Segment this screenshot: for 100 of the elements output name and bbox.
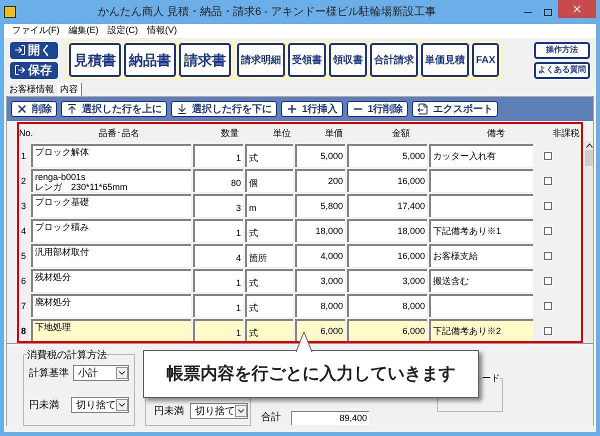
action-button[interactable]: エクスポート <box>412 101 498 117</box>
name-field[interactable]: renga-b001s レンガ 230*11*65mm <box>31 169 191 192</box>
document-button[interactable]: 受領書 <box>288 43 326 77</box>
note-field[interactable]: 下記備考あり※2 <box>429 319 533 341</box>
checkbox[interactable] <box>544 176 552 184</box>
checkbox[interactable] <box>544 226 552 234</box>
checkbox[interactable] <box>544 202 552 210</box>
note-field[interactable]: お客様支給 <box>429 244 533 267</box>
name-field[interactable]: 廃材処分 <box>31 294 191 317</box>
dropdown[interactable]: 小計 <box>73 365 129 381</box>
table-row[interactable]: 7 廃材処分 1 式 8,000 8,000 <box>19 294 581 317</box>
open-button[interactable]: 開く <box>10 42 58 58</box>
note-field[interactable]: 搬送含む <box>429 269 533 292</box>
amount-field[interactable]: 3,000 <box>347 269 427 292</box>
table-row[interactable]: 1 ブロック解体 1 式 5,000 5,000 カッター入れ有 <box>19 144 581 167</box>
price-field[interactable]: 8,000 <box>295 294 345 317</box>
menu-item[interactable]: ファイル(F) <box>12 24 60 38</box>
document-button[interactable]: FAX <box>472 43 500 77</box>
action-button[interactable]: 削除 <box>11 101 57 117</box>
price-field[interactable]: 6,000 <box>295 319 345 341</box>
name-field[interactable]: 下地処理 <box>31 319 191 341</box>
document-button[interactable]: 納品書 <box>124 43 176 77</box>
price-field[interactable]: 4,000 <box>295 244 345 267</box>
quantity-field[interactable]: 1 <box>193 219 243 242</box>
amount-field[interactable]: 16,000 <box>347 169 427 192</box>
action-button[interactable]: 選択した行を下に <box>171 101 277 117</box>
help-button[interactable]: 操作方法 <box>534 42 590 58</box>
note-field[interactable] <box>429 194 533 217</box>
quantity-field[interactable]: 1 <box>193 144 243 167</box>
table-row[interactable]: 4 ブロック積み 1 式 18,000 18,000 下記備考あり※1 <box>19 219 581 242</box>
amount-field[interactable]: 5,000 <box>347 144 427 167</box>
price-field[interactable]: 200 <box>295 169 345 192</box>
unit-field[interactable]: 個 <box>245 169 293 192</box>
name-field[interactable]: 残材処分 <box>31 269 191 292</box>
name-field[interactable]: ブロック積み <box>31 219 191 242</box>
tab[interactable]: 内容 <box>57 83 82 96</box>
document-button[interactable]: 領収書 <box>329 43 367 77</box>
save-button[interactable]: 保存 <box>10 62 58 78</box>
name-field[interactable]: ブロック基礎 <box>31 194 191 217</box>
document-button[interactable]: 合計請求 <box>370 43 418 77</box>
quantity-field[interactable]: 4 <box>193 244 243 267</box>
close-button[interactable] <box>558 0 596 18</box>
table-row[interactable]: 5 汎用部材取付 4 箇所 4,000 16,000 お客様支給 <box>19 244 581 267</box>
quantity-field[interactable]: 80 <box>193 169 243 192</box>
menu-item[interactable]: 編集(E) <box>68 24 98 38</box>
amount-field[interactable]: 17,400 <box>347 194 427 217</box>
amount-field[interactable]: 18,000 <box>347 219 427 242</box>
scroll-up-icon <box>586 143 592 148</box>
note-field[interactable] <box>429 169 533 192</box>
price-field[interactable]: 18,000 <box>295 219 345 242</box>
name-field[interactable]: 汎用部材取付 <box>31 244 191 267</box>
amount-field[interactable]: 8,000 <box>347 294 427 317</box>
document-button[interactable]: 請求明細 <box>237 43 285 77</box>
action-button[interactable]: 選択した行を上に <box>61 101 167 117</box>
unit-field[interactable]: 式 <box>245 319 293 341</box>
price-field[interactable]: 5,800 <box>295 194 345 217</box>
quantity-field[interactable]: 1 <box>193 294 243 317</box>
column-header: 非課税 <box>552 127 580 140</box>
unit-field[interactable]: 式 <box>245 269 293 292</box>
row-number: 2 <box>21 175 28 188</box>
menu-item[interactable]: 設定(C) <box>108 24 138 38</box>
checkbox[interactable] <box>544 326 552 334</box>
dropdown[interactable]: 切り捨て <box>190 403 248 419</box>
checkbox[interactable] <box>544 276 552 284</box>
callout-text: 帳票内容を行ごとに入力していきます <box>166 363 456 386</box>
price-field[interactable]: 3,000 <box>295 269 345 292</box>
table-row[interactable]: 3 ブロック基礎 3 m 5,800 17,400 <box>19 194 581 217</box>
table-row[interactable]: 8 下地処理 1 式 6,000 6,000 下記備考あり※2 <box>19 319 581 341</box>
checkbox[interactable] <box>544 152 552 160</box>
total-field[interactable]: 89,400 <box>291 410 369 424</box>
help-button[interactable]: よくある質問 <box>534 62 590 78</box>
unit-field[interactable]: m <box>245 194 293 217</box>
unit-field[interactable]: 式 <box>245 144 293 167</box>
price-field[interactable]: 5,000 <box>295 144 345 167</box>
note-field[interactable] <box>429 294 533 317</box>
menu-item[interactable]: 情報(V) <box>147 24 177 38</box>
quantity-field[interactable]: 3 <box>193 194 243 217</box>
name-field[interactable]: ブロック解体 <box>31 144 191 167</box>
amount-field[interactable]: 16,000 <box>347 244 427 267</box>
note-field[interactable]: 下記備考あり※1 <box>429 219 533 242</box>
document-button[interactable]: 請求書 <box>179 43 231 77</box>
checkbox[interactable] <box>544 252 552 260</box>
unit-field[interactable]: 式 <box>245 219 293 242</box>
unit-field[interactable]: 式 <box>245 294 293 317</box>
amount-field[interactable]: 6,000 <box>347 319 427 341</box>
scrollbar-thumb[interactable] <box>585 150 593 166</box>
document-button[interactable]: 見積書 <box>69 43 121 77</box>
checkbox[interactable] <box>544 302 552 310</box>
unit-field[interactable]: 箇所 <box>245 244 293 267</box>
arrow-down-icon <box>176 103 188 115</box>
quantity-field[interactable]: 1 <box>193 269 243 292</box>
dropdown[interactable]: 切り捨て <box>71 397 129 413</box>
row-number: 1 <box>21 150 28 163</box>
table-row[interactable]: 6 残材処分 1 式 3,000 3,000 搬送含む <box>19 269 581 292</box>
row-number: 8 <box>21 325 28 338</box>
action-button[interactable]: 1行挿入 <box>281 101 343 117</box>
document-button[interactable]: 単価見積 <box>421 43 469 77</box>
note-field[interactable]: カッター入れ有 <box>429 144 533 167</box>
quantity-field[interactable]: 1 <box>193 319 243 341</box>
action-button[interactable]: 1行削除 <box>346 101 408 117</box>
